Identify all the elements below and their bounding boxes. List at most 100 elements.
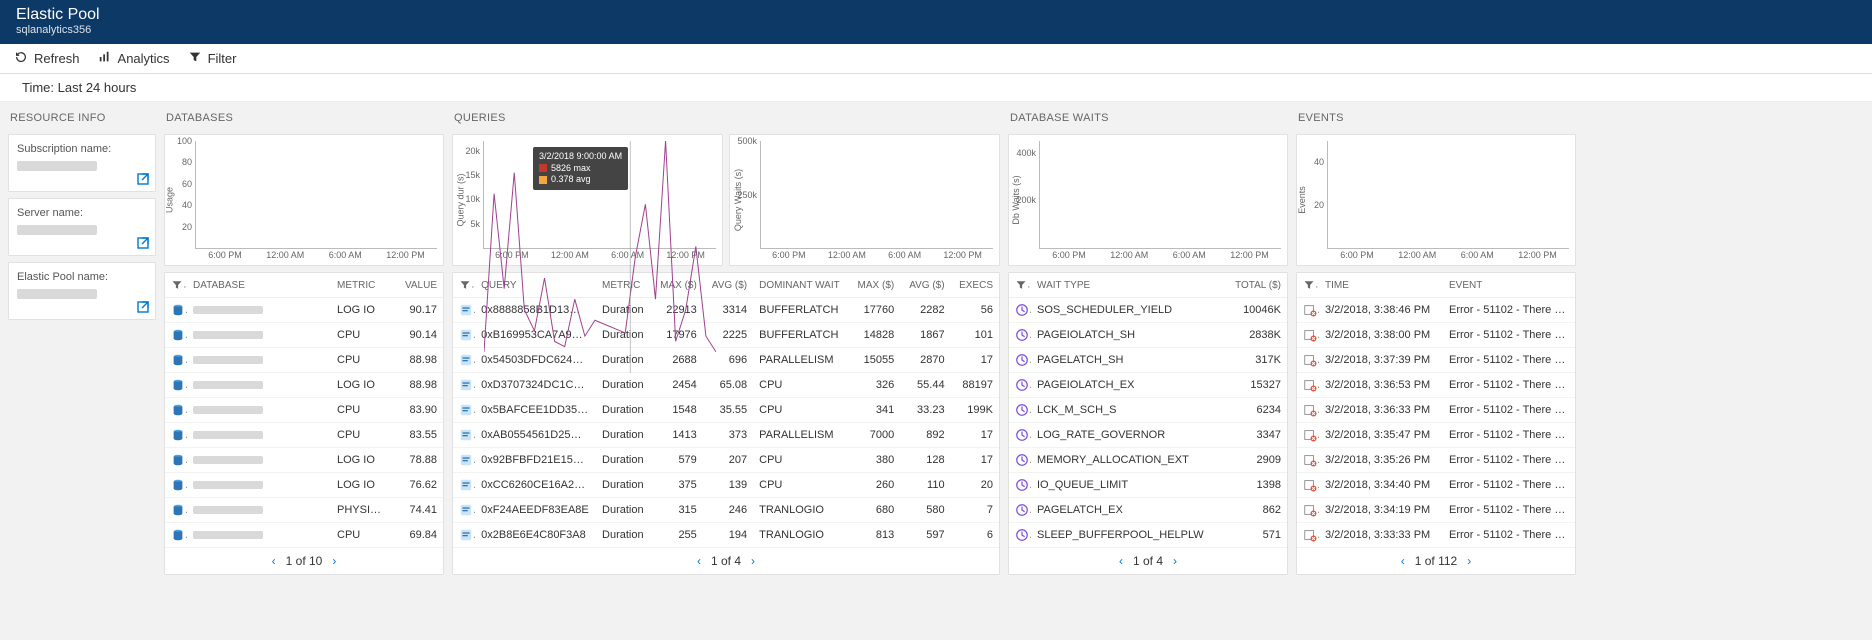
waits-table: WAIT TYPE TOTAL ($) SOS_SCHEDULER_YIELD … bbox=[1008, 272, 1288, 575]
exec-cell: 101 bbox=[951, 323, 999, 348]
event-cell: Error - 51102 - There are n… bbox=[1443, 498, 1575, 523]
table-row[interactable]: 3/2/2018, 3:34:19 PM Error - 51102 - The… bbox=[1297, 498, 1575, 523]
table-row[interactable]: LOG IO 78.88 bbox=[165, 448, 443, 473]
filter-icon[interactable] bbox=[1015, 279, 1027, 291]
table-row[interactable]: 0x2B8E6E4C80F3A8 Duration 255 194 TRANLO… bbox=[453, 523, 999, 548]
col-total[interactable]: TOTAL ($) bbox=[1223, 273, 1287, 298]
prev-page-icon[interactable]: ‹ bbox=[697, 554, 701, 568]
time-cell: 3/2/2018, 3:36:53 PM bbox=[1319, 373, 1443, 398]
table-row[interactable]: 3/2/2018, 3:38:00 PM Error - 51102 - The… bbox=[1297, 323, 1575, 348]
next-page-icon[interactable]: › bbox=[332, 554, 336, 568]
next-page-icon[interactable]: › bbox=[1173, 554, 1177, 568]
filter-icon[interactable] bbox=[1303, 279, 1315, 291]
metric-cell: LOG IO bbox=[331, 373, 393, 398]
query-icon bbox=[453, 448, 475, 473]
refresh-icon bbox=[14, 50, 28, 67]
filter-icon[interactable] bbox=[171, 279, 183, 291]
event-icon bbox=[1297, 298, 1319, 323]
col-value[interactable]: VALUE bbox=[393, 273, 443, 298]
table-row[interactable]: 0x5BAFCEE1DD35… Duration 1548 35.55 CPU … bbox=[453, 398, 999, 423]
table-row[interactable]: 3/2/2018, 3:37:39 PM Error - 51102 - The… bbox=[1297, 348, 1575, 373]
table-row[interactable]: 0xCC6260CE16A2… Duration 375 139 CPU 260… bbox=[453, 473, 999, 498]
prev-page-icon[interactable]: ‹ bbox=[272, 554, 276, 568]
avgw-cell: 580 bbox=[900, 498, 950, 523]
server-card[interactable]: Server name: bbox=[8, 198, 156, 256]
table-row[interactable]: CPU 83.90 bbox=[165, 398, 443, 423]
time-cell: 3/2/2018, 3:38:46 PM bbox=[1319, 298, 1443, 323]
next-page-icon[interactable]: › bbox=[751, 554, 755, 568]
table-row[interactable]: SLEEP_BUFFERPOOL_HELPLW 571 bbox=[1009, 523, 1287, 548]
open-icon[interactable] bbox=[135, 235, 151, 251]
table-row[interactable]: PAGELATCH_EX 862 bbox=[1009, 498, 1287, 523]
page-subtitle: sqlanalytics356 bbox=[16, 24, 1856, 36]
db-waits-chart[interactable]: Db Waits (s) 200k400k 6:00 PM12:00 AM6:0… bbox=[1008, 134, 1288, 266]
table-row[interactable]: PAGEIOLATCH_SH 2838K bbox=[1009, 323, 1287, 348]
table-row[interactable]: 0xF24AEEDF83EA8E Duration 315 246 TRANLO… bbox=[453, 498, 999, 523]
table-row[interactable]: MEMORY_ALLOCATION_EXT 2909 bbox=[1009, 448, 1287, 473]
open-icon[interactable] bbox=[135, 171, 151, 187]
table-row[interactable]: LCK_M_SCH_S 6234 bbox=[1009, 398, 1287, 423]
table-row[interactable]: LOG IO 90.17 bbox=[165, 298, 443, 323]
database-name bbox=[187, 473, 331, 498]
metric-cell: Duration bbox=[596, 523, 652, 548]
table-row[interactable]: PAGEIOLATCH_EX 15327 bbox=[1009, 373, 1287, 398]
database-icon bbox=[165, 448, 187, 473]
prev-page-icon[interactable]: ‹ bbox=[1401, 554, 1405, 568]
table-row[interactable]: 3/2/2018, 3:33:33 PM Error - 51102 - The… bbox=[1297, 523, 1575, 548]
table-row[interactable]: 0xD3707324DC1C… Duration 2454 65.08 CPU … bbox=[453, 373, 999, 398]
event-cell: Error - 51102 - There are n… bbox=[1443, 323, 1575, 348]
table-row[interactable]: LOG_RATE_GOVERNOR 3347 bbox=[1009, 423, 1287, 448]
col-metric[interactable]: METRIC bbox=[331, 273, 393, 298]
col-waittype[interactable]: WAIT TYPE bbox=[1031, 273, 1223, 298]
table-row[interactable]: CPU 83.55 bbox=[165, 423, 443, 448]
table-row[interactable]: 3/2/2018, 3:38:46 PM Error - 51102 - The… bbox=[1297, 298, 1575, 323]
col-avgw[interactable]: AVG ($) bbox=[900, 273, 950, 298]
table-row[interactable]: CPU 88.98 bbox=[165, 348, 443, 373]
table-row[interactable]: 0x92BFBFD21E15… Duration 579 207 CPU 380… bbox=[453, 448, 999, 473]
table-row[interactable]: PHYSICA… 74.41 bbox=[165, 498, 443, 523]
table-row[interactable]: CPU 90.14 bbox=[165, 323, 443, 348]
time-range[interactable]: Time: Last 24 hours bbox=[0, 74, 1872, 102]
redacted-placeholder bbox=[17, 161, 97, 171]
avg-cell: 373 bbox=[703, 423, 753, 448]
col-event[interactable]: EVENT bbox=[1443, 273, 1575, 298]
next-page-icon[interactable]: › bbox=[1467, 554, 1471, 568]
events-table: TIME EVENT 3/2/2018, 3:38:46 PM Error - … bbox=[1296, 272, 1576, 575]
table-row[interactable]: 3/2/2018, 3:36:33 PM Error - 51102 - The… bbox=[1297, 398, 1575, 423]
open-icon[interactable] bbox=[135, 299, 151, 315]
col-database[interactable]: DATABASE bbox=[187, 273, 331, 298]
time-cell: 3/2/2018, 3:36:33 PM bbox=[1319, 398, 1443, 423]
table-row[interactable]: PAGELATCH_SH 317K bbox=[1009, 348, 1287, 373]
table-row[interactable]: LOG IO 88.98 bbox=[165, 373, 443, 398]
table-row[interactable]: IO_QUEUE_LIMIT 1398 bbox=[1009, 473, 1287, 498]
col-exec[interactable]: EXECS bbox=[951, 273, 999, 298]
refresh-button[interactable]: Refresh bbox=[14, 50, 80, 67]
table-row[interactable]: 3/2/2018, 3:34:40 PM Error - 51102 - The… bbox=[1297, 473, 1575, 498]
events-chart[interactable]: Events 2040 6:00 PM12:00 AM6:00 AM12:00 … bbox=[1296, 134, 1576, 266]
table-row[interactable]: 0xAB0554561D25… Duration 1413 373 PARALL… bbox=[453, 423, 999, 448]
query-cell: 0xD3707324DC1C… bbox=[475, 373, 596, 398]
table-row[interactable]: 3/2/2018, 3:35:47 PM Error - 51102 - The… bbox=[1297, 423, 1575, 448]
table-row[interactable]: 3/2/2018, 3:36:53 PM Error - 51102 - The… bbox=[1297, 373, 1575, 398]
col-time[interactable]: TIME bbox=[1319, 273, 1443, 298]
value-cell: 83.90 bbox=[393, 398, 443, 423]
col-domwait[interactable]: DOMINANT WAIT bbox=[753, 273, 850, 298]
analytics-button[interactable]: Analytics bbox=[98, 50, 170, 67]
col-maxw[interactable]: MAX ($) bbox=[850, 273, 900, 298]
table-row[interactable]: LOG IO 76.62 bbox=[165, 473, 443, 498]
query-waits-chart[interactable]: Query Waits (s) 250k500k 6:00 PM12:00 AM… bbox=[729, 134, 1000, 266]
table-row[interactable]: 3/2/2018, 3:35:26 PM Error - 51102 - The… bbox=[1297, 448, 1575, 473]
pool-card[interactable]: Elastic Pool name: bbox=[8, 262, 156, 320]
query-icon bbox=[453, 348, 475, 373]
query-duration-chart[interactable]: Query dur (s) 5k10k15k20k 6:00 PM12:00 A… bbox=[452, 134, 723, 266]
maxw-cell: 326 bbox=[850, 373, 900, 398]
database-icon bbox=[165, 323, 187, 348]
value-cell: 90.17 bbox=[393, 298, 443, 323]
table-row[interactable]: SOS_SCHEDULER_YIELD 10046K bbox=[1009, 298, 1287, 323]
table-row[interactable]: CPU 69.84 bbox=[165, 523, 443, 548]
prev-page-icon[interactable]: ‹ bbox=[1119, 554, 1123, 568]
databases-usage-chart[interactable]: Usage 20406080100 6:00 PM12:00 AM6:00 AM… bbox=[164, 134, 444, 266]
subscription-card[interactable]: Subscription name: bbox=[8, 134, 156, 192]
filter-button[interactable]: Filter bbox=[188, 50, 237, 67]
filter-icon[interactable] bbox=[459, 279, 471, 291]
